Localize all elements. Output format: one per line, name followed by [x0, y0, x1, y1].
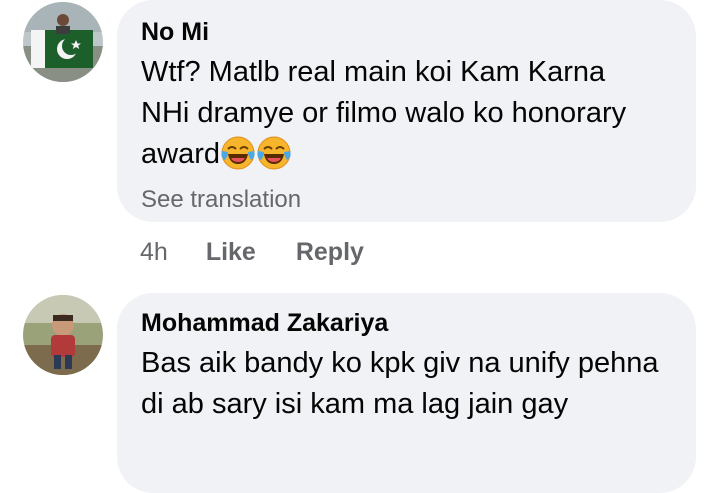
reply-button[interactable]: Reply — [296, 238, 364, 267]
comment-bubble: Mohammad Zakariya Bas aik bandy ko kpk g… — [117, 293, 696, 493]
comment-author[interactable]: No Mi — [141, 16, 672, 48]
face-with-tears-of-joy-icon — [220, 135, 256, 183]
avatar[interactable] — [23, 2, 103, 82]
avatar-photo — [23, 295, 103, 375]
face-with-tears-of-joy-icon — [256, 135, 292, 183]
comment-timestamp[interactable]: 4h — [140, 238, 168, 267]
like-button[interactable]: Like — [206, 238, 256, 267]
comment-author[interactable]: Mohammad Zakariya — [141, 307, 672, 339]
avatar-photo — [23, 2, 103, 82]
comment-text: Wtf? Matlb real main koi Kam Karna NHi d… — [141, 52, 661, 183]
comment-text: Bas aik bandy ko kpk giv na unify pehna … — [141, 347, 659, 420]
comment-text-content: Wtf? Matlb real main koi Kam Karna NHi d… — [141, 56, 627, 170]
avatar[interactable] — [23, 295, 103, 375]
comment-actions: 4h Like Reply — [140, 234, 404, 270]
see-translation-link[interactable]: See translation — [141, 183, 672, 217]
comment-bubble: No Mi Wtf? Matlb real main koi Kam Karna… — [117, 0, 696, 222]
